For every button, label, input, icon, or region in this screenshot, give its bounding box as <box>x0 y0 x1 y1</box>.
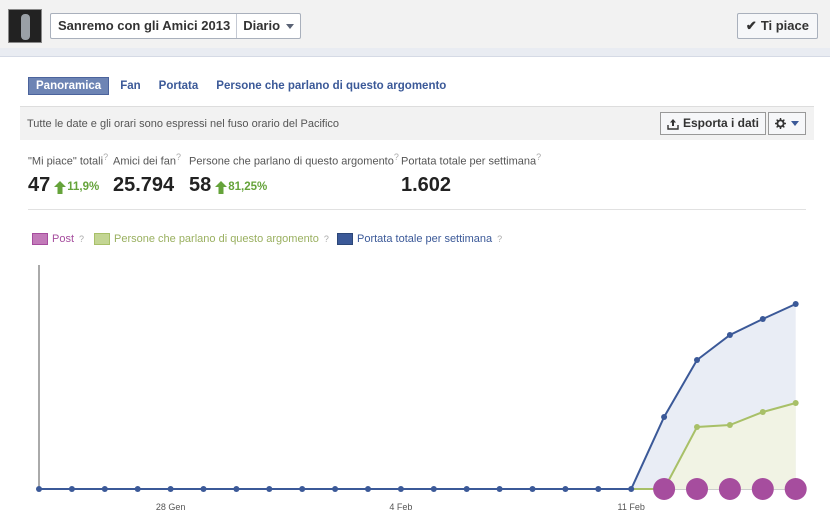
stat-total-likes: "Mi piace" totali? 47 11,9% <box>28 152 108 197</box>
post-marker <box>653 478 676 500</box>
x-tick-label: 4 Feb <box>389 502 412 512</box>
stat-change-value: 11,9% <box>67 181 100 194</box>
export-data-button[interactable]: Esporta i dati <box>660 112 767 135</box>
legend-post[interactable]: Post? <box>32 233 84 245</box>
like-button[interactable]: ✔ Ti piace <box>736 13 818 39</box>
post-marker <box>686 478 708 500</box>
x-tick-label: 11 Feb <box>618 502 645 512</box>
help-icon[interactable]: ? <box>497 234 502 244</box>
legend-label: Persone che parlano di questo argomento <box>114 233 319 245</box>
stat-value: 47 <box>28 173 51 196</box>
legend-label: Post <box>52 233 75 245</box>
view-dropdown[interactable]: Diario <box>237 14 300 38</box>
settings-dropdown[interactable] <box>768 112 806 135</box>
stat-value: 1.602 <box>401 173 452 196</box>
chevron-down-icon <box>791 121 799 126</box>
talking-about-point <box>726 422 733 428</box>
legend-talking-about[interactable]: Persone che parlano di questo argomento? <box>94 233 329 245</box>
help-icon[interactable]: ? <box>394 152 399 162</box>
stats-divider <box>28 209 806 210</box>
weekly-reach-point <box>200 486 207 492</box>
talking-about-point <box>694 424 700 430</box>
weekly-reach-point <box>595 486 602 492</box>
weekly-reach-point <box>134 486 141 492</box>
tab-talking-about[interactable]: Persone che parlano di questo argomento <box>209 78 453 94</box>
legend-swatch <box>94 233 110 245</box>
like-label: Ti piace <box>760 18 809 33</box>
insights-line-chart: 28 Gen 4 Feb 11 Feb <box>36 265 807 512</box>
post-marker <box>784 478 807 500</box>
stat-label: Amici dei fan <box>113 155 176 168</box>
stat-label: Portata totale per settimana <box>401 155 537 168</box>
legend-swatch <box>337 233 353 245</box>
stat-talking-about: Persone che parlano di questo argomento?… <box>189 152 399 197</box>
post-marker <box>718 478 741 500</box>
help-icon[interactable]: ? <box>79 234 84 244</box>
arrow-up-icon <box>54 180 67 194</box>
header-divider <box>0 48 830 57</box>
talking-about-point <box>759 409 766 415</box>
weekly-reach-point <box>68 486 75 492</box>
weekly-reach-point <box>266 486 273 492</box>
help-icon[interactable]: ? <box>176 152 181 162</box>
stat-value: 25.794 <box>113 173 175 196</box>
weekly-reach-point <box>397 486 404 492</box>
stat-value: 58 <box>189 173 212 196</box>
legend-label: Portata totale per settimana <box>357 233 493 245</box>
timezone-notice-bar: Tutte le date e gli orari sono espressi … <box>20 106 814 140</box>
insights-tabs: Panoramica Fan Portata Persone che parla… <box>28 77 457 95</box>
talking-about-point <box>792 400 799 406</box>
weekly-reach-point <box>233 486 240 492</box>
weekly-reach-point <box>101 486 108 492</box>
legend-weekly-reach[interactable]: Portata totale per settimana? <box>337 233 502 245</box>
weekly-reach-point <box>36 486 42 492</box>
weekly-reach-point <box>529 486 536 492</box>
weekly-reach-point <box>167 486 174 492</box>
stat-change: 81,25% <box>215 180 268 194</box>
chevron-down-icon <box>286 23 295 29</box>
page-switcher[interactable]: Sanremo con gli Amici 2013 Diario <box>50 13 302 39</box>
legend-swatch <box>32 233 48 245</box>
help-icon[interactable]: ? <box>324 234 329 244</box>
gear-icon <box>775 118 786 129</box>
weekly-reach-point <box>463 486 470 492</box>
timezone-notice: Tutte le date e gli orari sono espressi … <box>27 118 340 130</box>
arrow-up-icon <box>215 180 228 194</box>
export-label: Esporta i dati <box>683 116 760 130</box>
page-name[interactable]: Sanremo con gli Amici 2013 <box>51 14 238 38</box>
weekly-reach-point <box>299 486 306 492</box>
stat-label: Persone che parlano di questo argomento <box>189 155 394 168</box>
weekly-reach-point <box>792 301 799 307</box>
weekly-reach-point <box>726 332 733 338</box>
weekly-reach-point <box>628 486 635 492</box>
stat-change: 11,9% <box>54 180 100 194</box>
weekly-reach-point <box>430 486 437 492</box>
help-icon[interactable]: ? <box>103 152 108 162</box>
weekly-reach-point <box>562 486 569 492</box>
tab-panoramica[interactable]: Panoramica <box>28 77 110 95</box>
weekly-reach-point <box>694 357 700 363</box>
view-label: Diario <box>243 18 281 33</box>
stat-friends-of-fans: Amici dei fan? 25.794 <box>113 152 181 197</box>
stat-change-value: 81,25% <box>228 181 268 194</box>
x-tick-label: 28 Gen <box>156 502 186 512</box>
stat-weekly-reach: Portata totale per settimana? 1.602 <box>401 152 541 197</box>
page-avatar[interactable] <box>8 9 42 43</box>
tab-fan[interactable]: Fan <box>113 78 147 94</box>
export-icon <box>667 118 679 130</box>
weekly-reach-point <box>496 486 503 492</box>
weekly-reach-point <box>661 414 668 420</box>
tab-portata[interactable]: Portata <box>152 78 206 94</box>
top-bar: Sanremo con gli Amici 2013 Diario ✔ Ti p… <box>0 0 830 49</box>
weekly-reach-point <box>332 486 339 492</box>
stat-label: "Mi piace" totali <box>28 155 104 168</box>
help-icon[interactable]: ? <box>536 152 541 162</box>
check-icon: ✔ <box>745 18 757 33</box>
weekly-reach-point <box>365 486 371 492</box>
post-marker <box>751 478 774 500</box>
weekly-reach-point <box>759 316 766 322</box>
